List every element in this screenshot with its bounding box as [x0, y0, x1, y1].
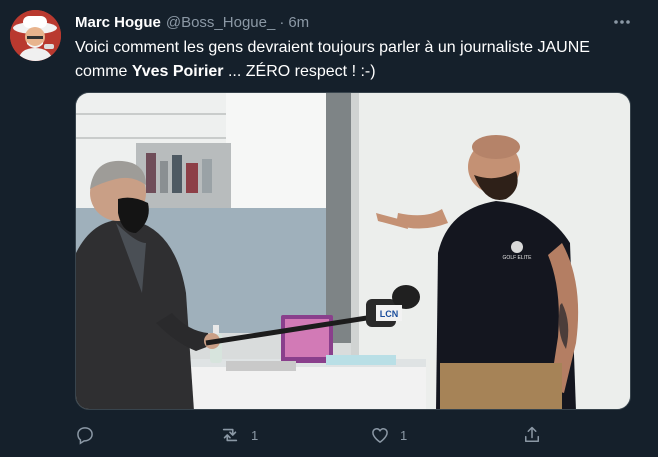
avatar[interactable]: [10, 10, 61, 61]
reply-icon: [75, 425, 95, 445]
tweet-text-suffix: ... ZÉRO respect ! :-): [223, 63, 376, 80]
tweet[interactable]: Marc Hogue @Boss_Hogue_ · 6m Voici comme…: [0, 0, 658, 457]
mic-flag-label: LCN: [380, 309, 399, 319]
shirt-logo-text: GOLF ELITE: [503, 255, 533, 261]
avatar-image: [10, 10, 61, 61]
retweet-count: 1: [251, 427, 259, 443]
retweet-button[interactable]: 1: [219, 420, 258, 450]
like-icon: [370, 425, 390, 445]
separator-dot: ·: [279, 13, 285, 31]
like-button[interactable]: 1: [370, 420, 407, 450]
retweet-icon: [219, 425, 241, 445]
reply-button[interactable]: [75, 420, 105, 450]
tweet-actions: 1 1: [75, 420, 635, 450]
author-handle[interactable]: @Boss_Hogue_: [166, 14, 275, 31]
share-icon: [522, 425, 542, 445]
author-name[interactable]: Marc Hogue: [75, 14, 161, 31]
tweet-media[interactable]: LCN GOLF ELITE: [75, 92, 631, 410]
tweet-text-line-1: Voici comment les gens devraient toujour…: [75, 39, 590, 56]
more-icon[interactable]: [610, 12, 634, 32]
media-photo: LCN GOLF ELITE: [76, 93, 630, 409]
tweet-time[interactable]: 6m: [288, 14, 309, 31]
tweet-text-line-2: comme Yves Poirier ... ZÉRO respect ! :-…: [75, 60, 635, 84]
tweet-text-bold: Yves Poirier: [131, 63, 224, 80]
share-button[interactable]: [522, 420, 542, 450]
tweet-text-prefix: comme: [75, 63, 132, 80]
tweet-header: Marc Hogue @Boss_Hogue_ · 6m: [75, 12, 309, 32]
tweet-text: Voici comment les gens devraient toujour…: [75, 36, 635, 84]
like-count: 1: [400, 427, 408, 443]
